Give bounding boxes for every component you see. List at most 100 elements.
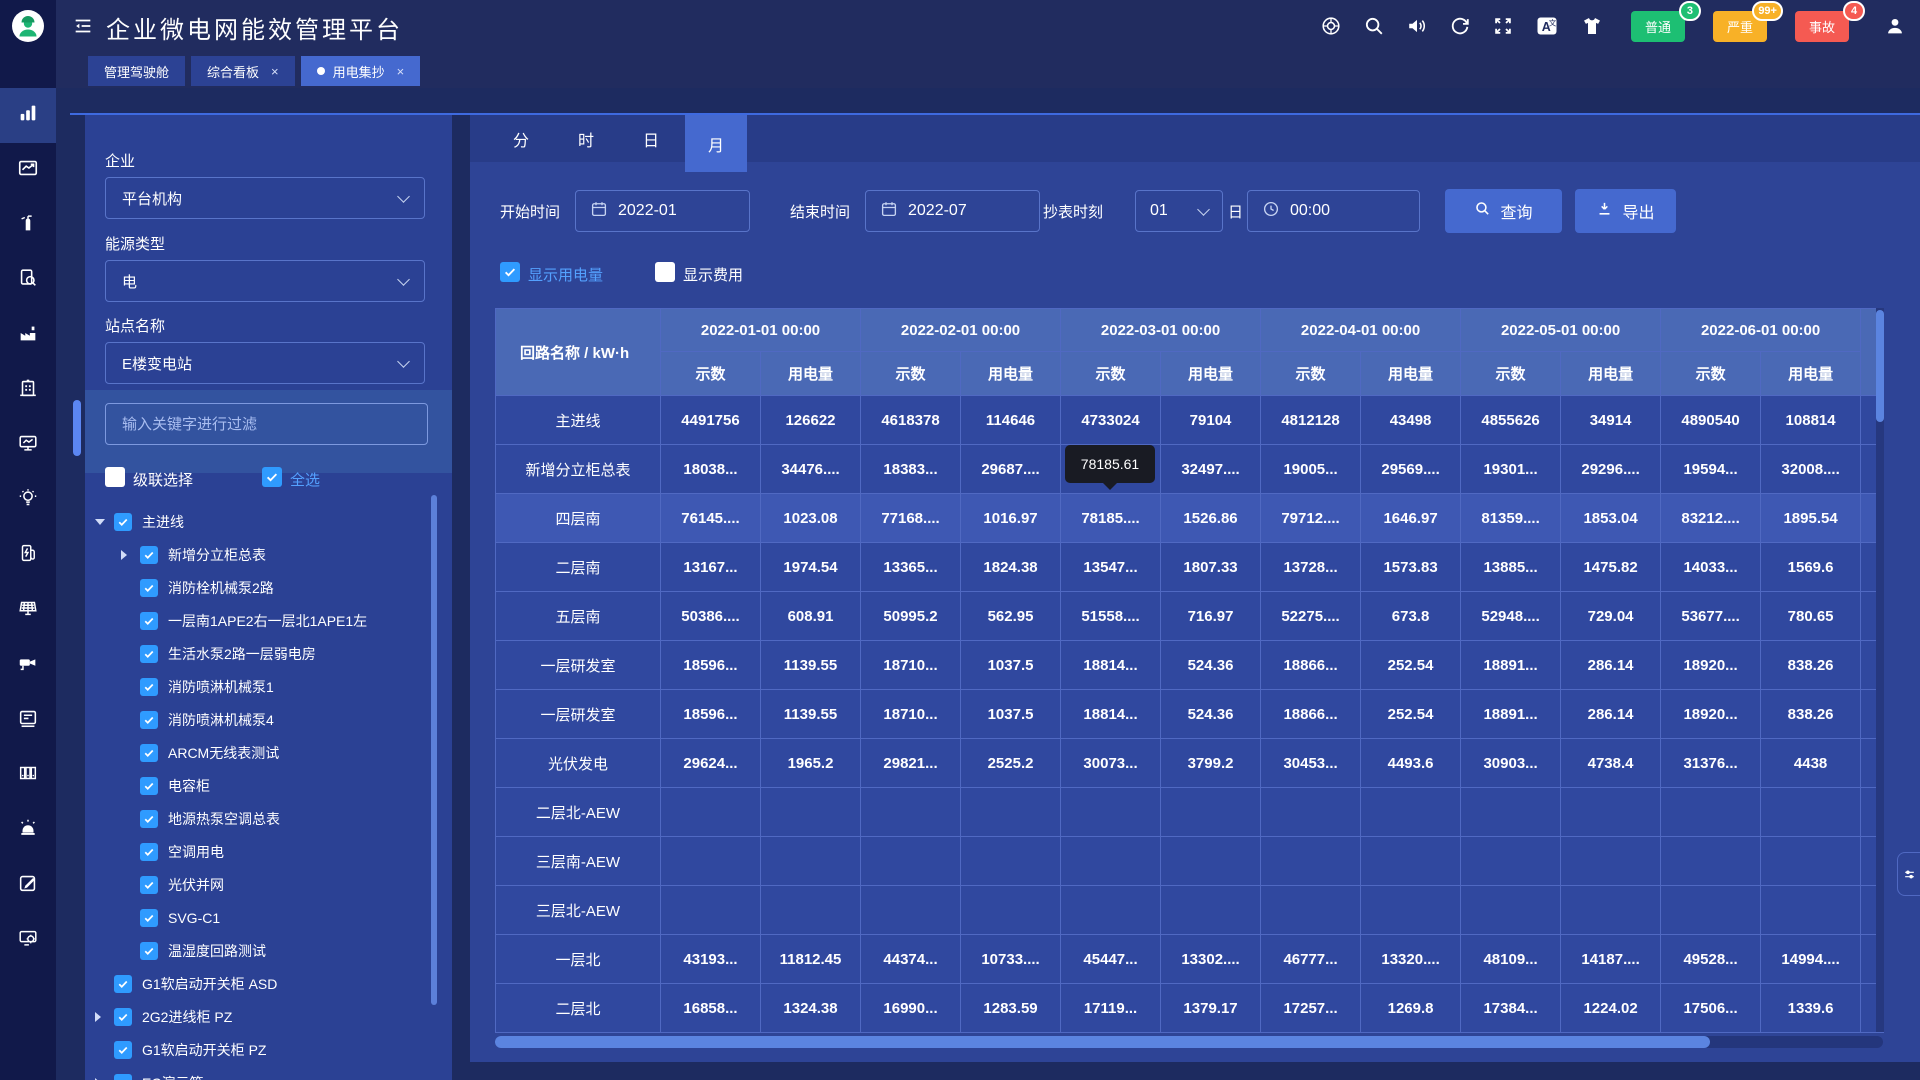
tree-checkbox[interactable] [140,612,158,630]
end-date-input[interactable]: 2022-07 [865,190,1040,232]
tree-checkbox[interactable] [140,645,158,663]
sidebar-item-building[interactable] [0,363,56,418]
page-tab-1[interactable]: 综合看板× [191,56,295,86]
select-all-checkbox[interactable] [262,467,282,487]
sidebar-item-work-order[interactable] [0,858,56,913]
tree-item[interactable]: 温湿度回路测试 [85,934,445,967]
sidebar-item-trend-chart[interactable] [0,143,56,198]
tree-item[interactable]: 消防喷淋机械泵1 [85,670,445,703]
table-row[interactable]: 二层北-AEW [496,788,1884,837]
period-tab-日[interactable]: 日 [620,115,682,162]
tree-item[interactable]: 空调用电 [85,835,445,868]
sidebar-item-monitor-chart[interactable] [0,418,56,473]
tree-checkbox[interactable] [140,810,158,828]
tree-checkbox[interactable] [114,1008,132,1026]
tree-checkbox[interactable] [140,744,158,762]
search-icon[interactable] [1363,15,1385,37]
tree-checkbox[interactable] [140,876,158,894]
sidebar-item-archive[interactable] [0,748,56,803]
show-cost-label[interactable]: 显示费用 [683,264,743,285]
query-button[interactable]: 查询 [1445,189,1562,233]
tree-checkbox[interactable] [140,678,158,696]
table-hscroll-track[interactable] [495,1036,1883,1048]
show-energy-checkbox[interactable] [500,262,520,282]
table-hscroll-thumb[interactable] [495,1036,1710,1048]
tree-item[interactable]: 消防喷淋机械泵4 [85,703,445,736]
tree-item[interactable]: 光伏并网 [85,868,445,901]
tree-checkbox[interactable] [140,777,158,795]
sidebar-item-video-camera[interactable] [0,638,56,693]
tree-item[interactable]: 主进线 [85,505,445,538]
alarm-button-2[interactable]: 事故 [1795,11,1849,42]
show-cost-checkbox[interactable] [655,262,675,282]
sidebar-item-patrol-inspection[interactable] [0,253,56,308]
filter-panel-scrollbar[interactable] [73,400,81,456]
sidebar-item-factory[interactable] [0,308,56,363]
caret-right-icon[interactable] [121,550,127,560]
cascade-label[interactable]: 级联选择 [133,469,193,490]
tree-item[interactable]: 消防栓机械泵2路 [85,571,445,604]
cascade-checkbox[interactable] [105,467,125,487]
table-row[interactable]: 一层研发室18596...1139.5518710...1037.518814.… [496,641,1884,690]
station-select[interactable]: E楼变电站 [105,342,425,384]
select-all-label[interactable]: 全选 [290,469,320,490]
tree-checkbox[interactable] [140,843,158,861]
caret-right-icon[interactable] [95,1012,101,1022]
tree-checkbox[interactable] [114,1074,132,1080]
table-row[interactable]: 一层研发室18596...1139.5518710...1037.518814.… [496,690,1884,739]
meter-day-select[interactable]: 01 [1135,190,1223,232]
help-icon[interactable] [1320,15,1342,37]
tree-checkbox[interactable] [140,579,158,597]
fullscreen-icon[interactable] [1492,15,1514,37]
tree-checkbox[interactable] [140,909,158,927]
tree-checkbox[interactable] [140,711,158,729]
sidebar-item-alarm[interactable] [0,803,56,858]
tree-checkbox[interactable] [114,975,132,993]
sound-icon[interactable] [1406,15,1428,37]
table-row[interactable]: 三层北-AEW [496,886,1884,935]
tree-item[interactable]: SVG-C1 [85,901,445,934]
sidebar-item-fire-extinguisher[interactable] [0,198,56,253]
tree-item[interactable]: G1软启动开关柜 ASD [85,967,445,1000]
period-tab-时[interactable]: 时 [555,115,617,162]
translate-icon[interactable]: A文 [1535,14,1559,38]
caret-down-icon[interactable] [95,519,105,525]
refresh-icon[interactable] [1449,15,1471,37]
tree-checkbox[interactable] [114,513,132,531]
user-icon[interactable] [1884,15,1906,37]
company-select[interactable]: 平台机构 [105,177,425,219]
close-icon[interactable]: × [271,64,279,79]
page-tab-2[interactable]: 用电集抄× [301,56,421,86]
period-tab-分[interactable]: 分 [490,115,552,162]
table-row[interactable]: 五层南50386....608.9150995.2562.9551558....… [496,592,1884,641]
tree-item[interactable]: 一层南1APE2右一层北1APE1左 [85,604,445,637]
tree-item[interactable]: 生活水泵2路一层弱电房 [85,637,445,670]
column-settings-handle[interactable] [1897,852,1920,896]
sidebar-item-system-config[interactable] [0,913,56,968]
table-row[interactable]: 二层南13167...1974.5413365...1824.3813547..… [496,543,1884,592]
table-row[interactable]: 四层南76145....1023.0877168....1016.9778185… [496,494,1884,543]
page-tab-0[interactable]: 管理驾驶舱 [88,56,185,86]
sidebar-item-bar-chart[interactable] [0,88,56,143]
table-row[interactable]: 一层北43193...11812.4544374...10733....4544… [496,935,1884,984]
tree-item[interactable]: G1软启动开关柜 PZ [85,1033,445,1066]
energy-type-select[interactable]: 电 [105,260,425,302]
show-energy-label[interactable]: 显示用电量 [528,264,603,285]
theme-icon[interactable] [1580,14,1604,38]
sidebar-item-energy-tips[interactable] [0,473,56,528]
tree-scrollbar[interactable] [431,495,437,1005]
table-row[interactable]: 光伏发电29624...1965.229821...2525.230073...… [496,739,1884,788]
tree-item[interactable]: ARCM无线表测试 [85,736,445,769]
tree-checkbox[interactable] [140,546,158,564]
tree-item[interactable]: 2G2进线柜 PZ [85,1000,445,1033]
tree-search-input[interactable] [105,403,428,445]
close-icon[interactable]: × [397,64,405,79]
table-vscroll-thumb[interactable] [1876,310,1884,422]
table-row[interactable]: 新增分立柜总表18038...34476....18383...29687...… [496,445,1884,494]
alarm-button-0[interactable]: 普通 [1631,11,1685,42]
tree-checkbox[interactable] [140,942,158,960]
tree-checkbox[interactable] [114,1041,132,1059]
sidebar-item-ev-charger[interactable] [0,528,56,583]
start-date-input[interactable]: 2022-01 [575,190,750,232]
meter-clock-input[interactable]: 00:00 [1247,190,1420,232]
